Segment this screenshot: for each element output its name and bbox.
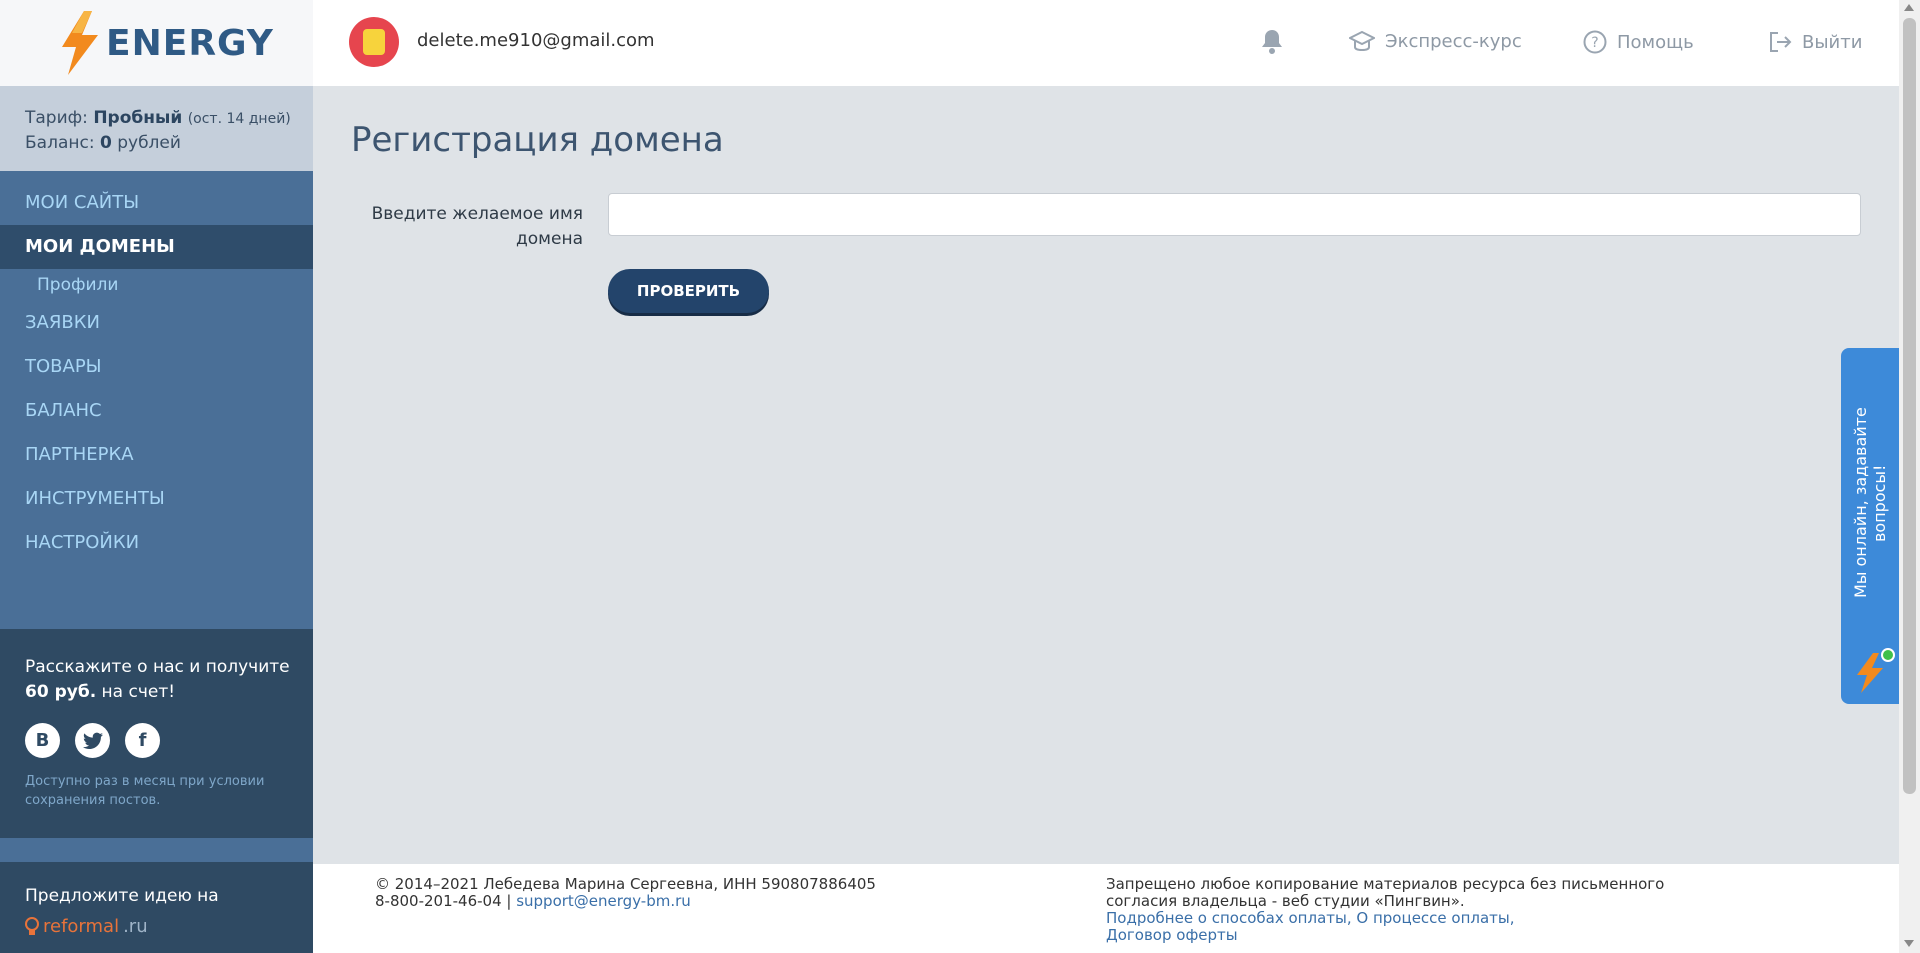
avatar-image (363, 29, 385, 55)
domain-input[interactable] (608, 193, 1861, 236)
sidebar-item-profiles[interactable]: Профили (0, 269, 313, 301)
facebook-icon[interactable]: f (125, 723, 160, 758)
notifications-button[interactable] (1261, 28, 1283, 58)
sidebar-item-partners[interactable]: ПАРТНЕРКА (0, 433, 313, 477)
sidebar-item-requests[interactable]: ЗАЯВКИ (0, 301, 313, 345)
reformal-tld: .ru (123, 916, 148, 937)
reformal-brand: reformal (43, 916, 120, 937)
offer-agreement-link[interactable]: Договор оферты (1106, 926, 1238, 944)
vk-icon[interactable]: B (25, 723, 60, 758)
help-link[interactable]: ? Помощь (1583, 30, 1694, 54)
tariff-line: Тариф: Пробный (ост. 14 дней) (25, 106, 313, 131)
main-content: Регистрация домена Введите желаемое имя … (313, 86, 1899, 864)
tariff-label: Тариф: (25, 108, 94, 128)
graduation-cap-icon (1349, 30, 1375, 52)
sidebar: ENERGY Тариф: Пробный (ост. 14 дней) Бал… (0, 0, 313, 953)
footer-links: Подробнее о способах оплаты, О процессе … (1106, 910, 1726, 927)
sidebar-nav: МОИ САЙТЫ МОИ ДОМЕНЫ Профили ЗАЯВКИ ТОВА… (0, 171, 313, 565)
account-summary: Тариф: Пробный (ост. 14 дней) Баланс: 0 … (0, 86, 313, 171)
lightning-logo-icon (62, 11, 98, 75)
express-course-link[interactable]: Экспресс-курс (1349, 30, 1522, 52)
lightbulb-icon (25, 916, 39, 935)
payment-methods-link[interactable]: Подробнее о способах оплаты, (1106, 909, 1352, 927)
footer-notice: Запрещено любое копирование материалов р… (1106, 875, 1665, 910)
footer-contacts: 8-800-201-46-04 | support@energy-bm.ru (375, 893, 876, 910)
top-header: delete.me910@gmail.com Экспресс-курс ? П… (313, 0, 1899, 86)
page-scrollbar[interactable] (1899, 0, 1920, 953)
help-label: Помощь (1617, 31, 1694, 53)
share-amount: 60 руб. (25, 682, 97, 702)
sidebar-item-my-domains[interactable]: МОИ ДОМЕНЫ (0, 225, 313, 269)
share-line2-rest: на счет! (96, 682, 176, 702)
social-buttons: B f (25, 723, 313, 758)
footer-copyright: © 2014–2021 Лебедева Марина Сергеевна, И… (375, 875, 876, 893)
footer-left: © 2014–2021 Лебедева Марина Сергеевна, И… (375, 876, 876, 910)
share-promo: Расскажите о нас и получите 60 руб. на с… (0, 629, 313, 838)
sidebar-item-products[interactable]: ТОВАРЫ (0, 345, 313, 389)
help-icon: ? (1583, 30, 1607, 54)
domain-field-label: Введите желаемое имя домена (371, 204, 583, 249)
logo-text: ENERGY (106, 22, 274, 64)
tariff-note: (ост. 14 дней) (187, 111, 291, 127)
share-note: Доступно раз в месяц при условии сохране… (25, 774, 265, 808)
balance-value: 0 (99, 133, 112, 153)
sidebar-item-balance[interactable]: БАЛАНС (0, 389, 313, 433)
share-text: Расскажите о нас и получите 60 руб. на с… (25, 655, 313, 705)
avatar[interactable] (349, 17, 399, 67)
chat-widget[interactable]: Мы онлайн, задавайте вопросы! (1841, 348, 1899, 704)
logout-label: Выйти (1802, 31, 1863, 53)
twitter-icon[interactable] (75, 723, 110, 758)
logo[interactable]: ENERGY (0, 0, 313, 86)
chat-widget-text: Мы онлайн, задавайте вопросы! (1851, 407, 1889, 599)
sidebar-item-my-sites[interactable]: МОИ САЙТЫ (0, 181, 313, 225)
scroll-thumb[interactable] (1903, 18, 1916, 794)
share-line2: 60 руб. на счет! (25, 680, 313, 705)
footer: © 2014–2021 Лебедева Марина Сергеевна, И… (313, 864, 1899, 953)
balance-line: Баланс: 0 рублей (25, 131, 313, 155)
balance-label: Баланс: (25, 133, 100, 153)
bell-icon (1262, 30, 1282, 54)
page-title: Регистрация домена (351, 120, 724, 160)
user-email[interactable]: delete.me910@gmail.com (417, 30, 655, 51)
scroll-up-arrow-icon[interactable] (1904, 4, 1914, 11)
idea-text: Предложите идею на (25, 886, 219, 906)
online-status-dot (1881, 648, 1895, 662)
footer-right: Запрещено любое копирование материалов р… (1106, 876, 1726, 944)
sidebar-item-settings[interactable]: НАСТРОЙКИ (0, 521, 313, 565)
idea-promo: Предложите идею на reformal .ru (0, 862, 313, 953)
footer-phone: 8-800-201-46-04 | (375, 892, 517, 910)
support-email-link[interactable]: support@energy-bm.ru (516, 892, 691, 910)
logout-link[interactable]: Выйти (1768, 30, 1862, 54)
lightning-chat-icon (1857, 653, 1883, 693)
payment-process-link[interactable]: О процессе оплаты, (1356, 909, 1514, 927)
reformal-link[interactable]: reformal .ru (25, 916, 313, 937)
balance-unit: рублей (111, 133, 181, 153)
sidebar-item-tools[interactable]: ИНСТРУМЕНТЫ (0, 477, 313, 521)
tariff-value: Пробный (93, 108, 183, 128)
check-domain-button[interactable]: ПРОВЕРИТЬ (608, 269, 769, 313)
scroll-down-arrow-icon[interactable] (1904, 940, 1914, 947)
svg-text:?: ? (1591, 35, 1598, 51)
express-course-label: Экспресс-курс (1385, 30, 1522, 52)
logout-icon (1770, 32, 1792, 52)
share-line1: Расскажите о нас и получите (25, 657, 290, 677)
